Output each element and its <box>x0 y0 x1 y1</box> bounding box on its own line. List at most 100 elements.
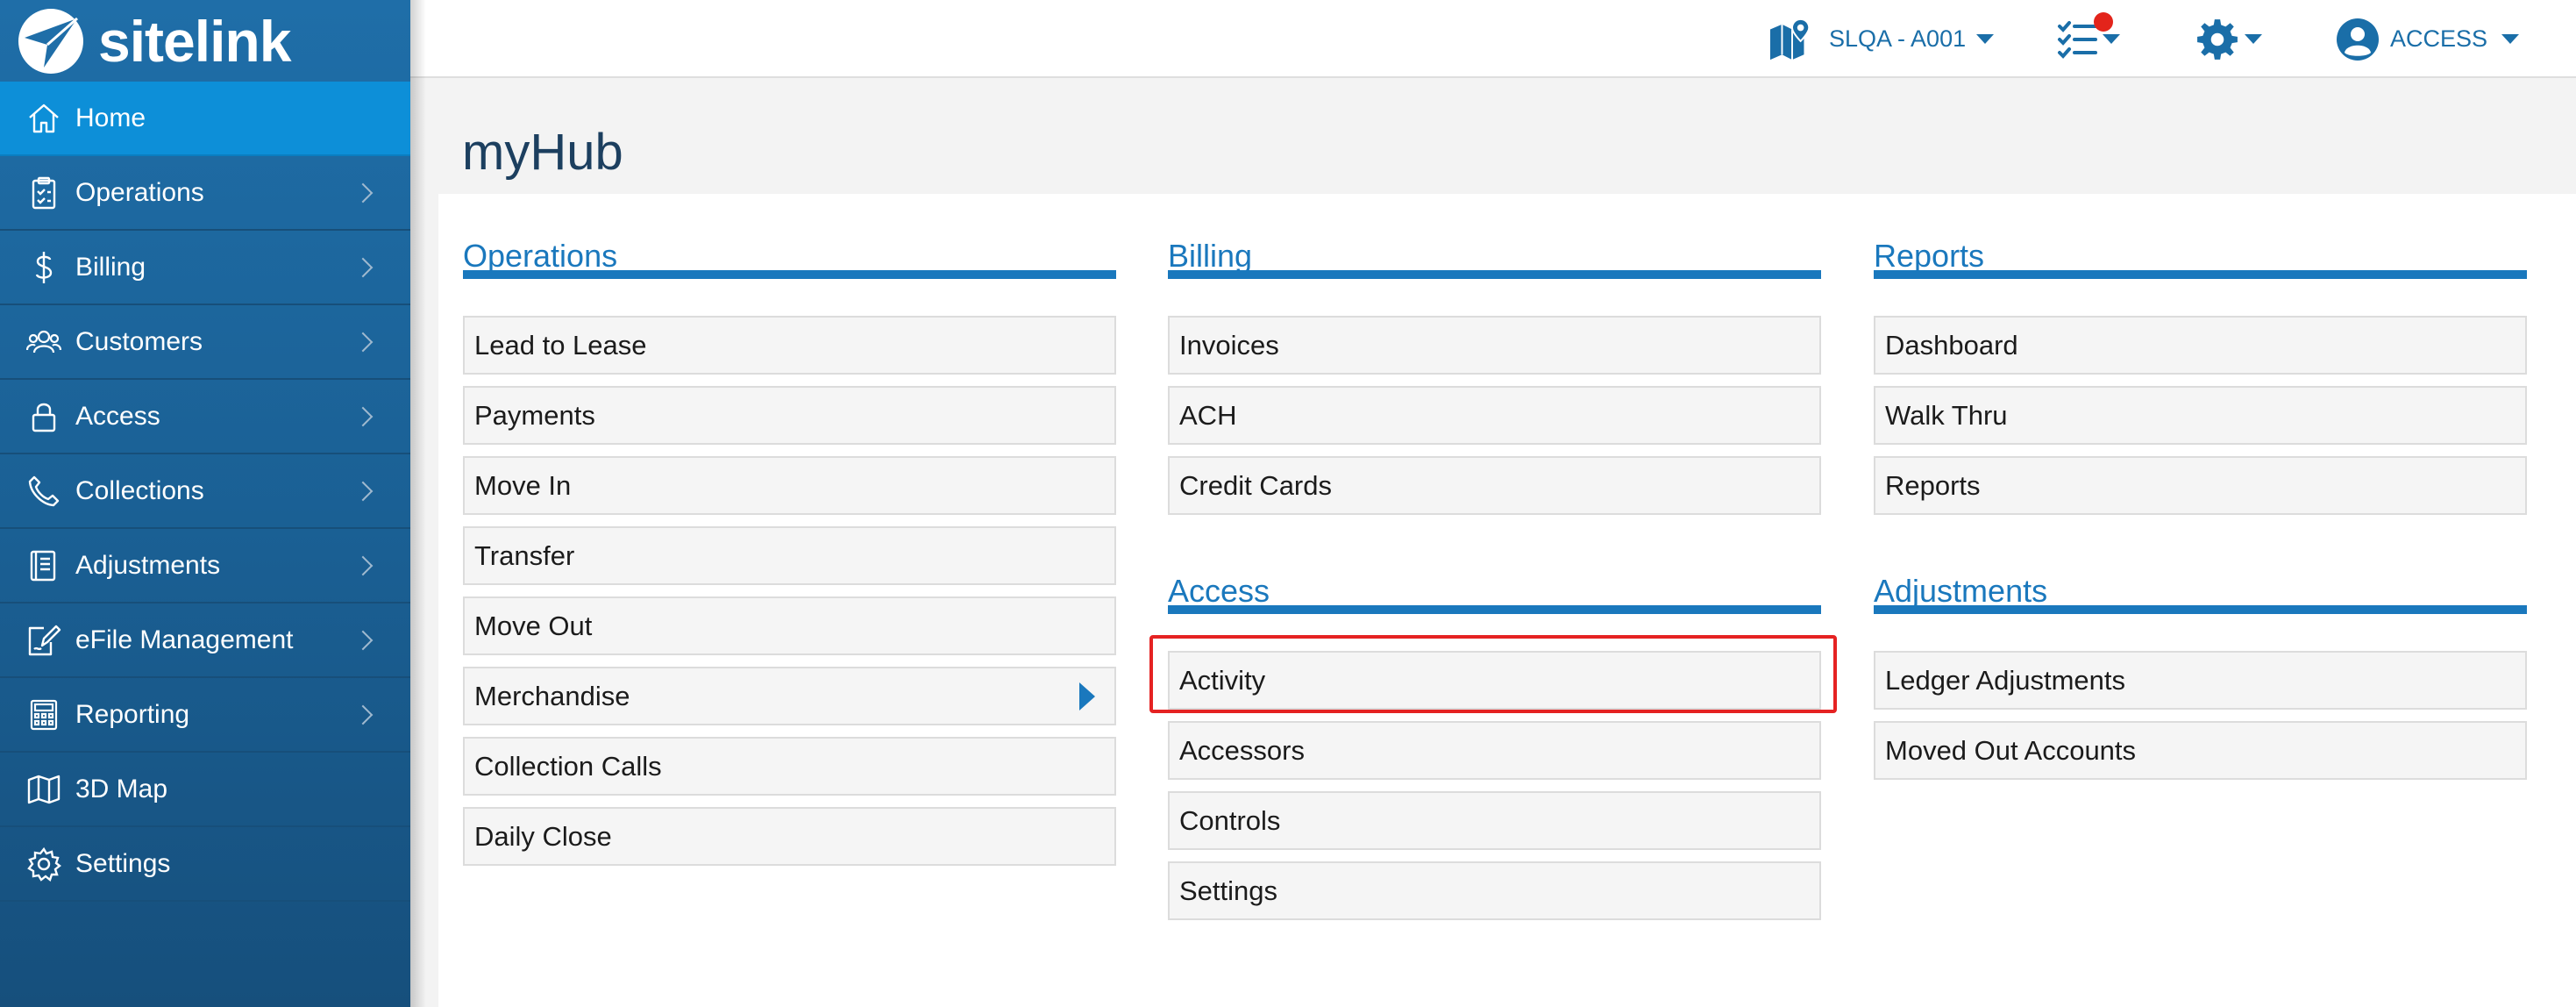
calculator-icon <box>25 696 63 734</box>
hub-link-label: Transfer <box>474 539 575 571</box>
user-circle-icon <box>2336 18 2380 61</box>
sitelink-logo-icon <box>18 8 83 74</box>
section-billing: Billing Invoices ACH Credit Cards <box>1168 211 1821 526</box>
sidebar-item-label: Settings <box>75 848 171 878</box>
hub-link-label: Activity <box>1179 664 1266 696</box>
lock-icon <box>25 397 63 436</box>
sidebar-item-label: eFile Management <box>75 625 294 654</box>
hub-link-move-in[interactable]: Move In <box>463 456 1116 515</box>
caret-right-icon <box>1079 682 1095 711</box>
hub-link-transfer[interactable]: Transfer <box>463 526 1116 585</box>
hub-link-label: ACH <box>1179 399 1237 431</box>
brand-logo[interactable]: sitelink <box>0 0 410 82</box>
hub-link-label: Walk Thru <box>1885 399 2008 431</box>
hub-link-payments[interactable]: Payments <box>463 386 1116 445</box>
section-title: Access <box>1168 546 1821 614</box>
hub-link-accessors[interactable]: Accessors <box>1168 721 1821 780</box>
ledger-icon <box>25 546 63 585</box>
sidebar-item-efile-management[interactable]: eFile Management <box>0 603 410 678</box>
home-icon <box>25 99 63 138</box>
dollar-icon <box>25 248 63 287</box>
sidebar-item-3d-map[interactable]: 3D Map <box>0 753 410 827</box>
chevron-down-icon <box>2245 34 2262 44</box>
sidebar-item-settings[interactable]: Settings <box>0 827 410 902</box>
gear-icon <box>2195 18 2239 61</box>
task-list-icon <box>2057 11 2113 60</box>
map-icon <box>25 770 63 809</box>
section-title: Operations <box>463 211 1116 279</box>
clipboard-icon <box>25 174 63 212</box>
hub-link-credit-cards[interactable]: Credit Cards <box>1168 456 1821 515</box>
sidebar-item-access[interactable]: Access <box>0 380 410 454</box>
sidebar-shadow <box>410 0 426 1007</box>
sidebar-item-label: 3D Map <box>75 774 168 803</box>
chevron-right-icon <box>352 257 374 277</box>
sidebar-item-home[interactable]: Home <box>0 82 410 156</box>
sidebar-item-label: Reporting <box>75 699 190 729</box>
chevron-right-icon <box>352 555 374 575</box>
gear-icon <box>25 845 63 883</box>
chevron-right-icon <box>352 332 374 352</box>
chevron-right-icon <box>352 704 374 725</box>
sidebar-item-label: Adjustments <box>75 550 221 580</box>
page-title: myHub <box>462 124 623 181</box>
map-pin-icon <box>1766 18 1818 61</box>
sidebar-nav: Home Operations Billing Customers Access… <box>0 82 410 902</box>
user-menu[interactable]: ACCESS <box>2336 0 2520 78</box>
sidebar-item-reporting[interactable]: Reporting <box>0 678 410 753</box>
location-label: SLQA - A001 <box>1829 25 1967 52</box>
hub-link-label: Invoices <box>1179 329 1279 361</box>
hub-link-label: Move In <box>474 469 572 501</box>
hub-link-dashboard[interactable]: Dashboard <box>1874 316 2527 375</box>
hub-link-walk-thru[interactable]: Walk Thru <box>1874 386 2527 445</box>
hub-link-access-settings[interactable]: Settings <box>1168 861 1821 920</box>
section-access: Access Activity Accessors Controls Setti… <box>1168 546 1821 932</box>
sidebar-item-adjustments[interactable]: Adjustments <box>0 529 410 603</box>
tasks-menu[interactable] <box>2057 0 2120 78</box>
hub-link-merchandise[interactable]: Merchandise <box>463 667 1116 725</box>
sidebar-item-label: Collections <box>75 475 204 505</box>
hub-link-label: Accessors <box>1179 734 1305 766</box>
section-reports: Reports Dashboard Walk Thru Reports <box>1874 211 2527 526</box>
sidebar-item-collections[interactable]: Collections <box>0 454 410 529</box>
sidebar-item-customers[interactable]: Customers <box>0 305 410 380</box>
hub-link-controls[interactable]: Controls <box>1168 791 1821 850</box>
location-selector[interactable]: SLQA - A001 <box>1766 0 1995 78</box>
hub-link-lead-to-lease[interactable]: Lead to Lease <box>463 316 1116 375</box>
section-adjustments: Adjustments Ledger Adjustments Moved Out… <box>1874 546 2527 791</box>
sidebar-item-billing[interactable]: Billing <box>0 231 410 305</box>
user-label: ACCESS <box>2390 25 2488 52</box>
chevron-right-icon <box>352 406 374 426</box>
hub-link-label: Settings <box>1179 875 1278 906</box>
hub-link-activity[interactable]: Activity <box>1168 651 1821 710</box>
sidebar-item-label: Operations <box>75 177 204 207</box>
hub-link-reports[interactable]: Reports <box>1874 456 2527 515</box>
hub-link-label: Payments <box>474 399 595 431</box>
hub-link-label: Merchandise <box>474 680 630 711</box>
hub-link-daily-close[interactable]: Daily Close <box>463 807 1116 866</box>
hub-link-ach[interactable]: ACH <box>1168 386 1821 445</box>
section-title: Adjustments <box>1874 546 2527 614</box>
hub-link-move-out[interactable]: Move Out <box>463 596 1116 655</box>
sidebar-item-label: Customers <box>75 326 203 356</box>
hub-link-label: Collection Calls <box>474 750 662 782</box>
hub-link-label: Move Out <box>474 610 593 641</box>
settings-menu[interactable] <box>2195 0 2262 78</box>
hub-link-ledger-adjustments[interactable]: Ledger Adjustments <box>1874 651 2527 710</box>
users-icon <box>25 323 63 361</box>
hub-link-invoices[interactable]: Invoices <box>1168 316 1821 375</box>
chevron-right-icon <box>352 481 374 501</box>
sidebar-item-operations[interactable]: Operations <box>0 156 410 231</box>
chevron-down-icon <box>2501 34 2520 44</box>
hub-link-moved-out-accounts[interactable]: Moved Out Accounts <box>1874 721 2527 780</box>
hub-link-label: Ledger Adjustments <box>1885 664 2126 696</box>
hub-link-label: Dashboard <box>1885 329 2018 361</box>
section-title: Reports <box>1874 211 2527 279</box>
file-edit-icon <box>25 621 63 660</box>
sidebar-item-label: Billing <box>75 252 146 282</box>
hub-link-label: Credit Cards <box>1179 469 1332 501</box>
hub-link-label: Daily Close <box>474 820 612 852</box>
hub-link-collection-calls[interactable]: Collection Calls <box>463 737 1116 796</box>
hub-link-label: Reports <box>1885 469 1981 501</box>
chevron-right-icon <box>352 182 374 203</box>
